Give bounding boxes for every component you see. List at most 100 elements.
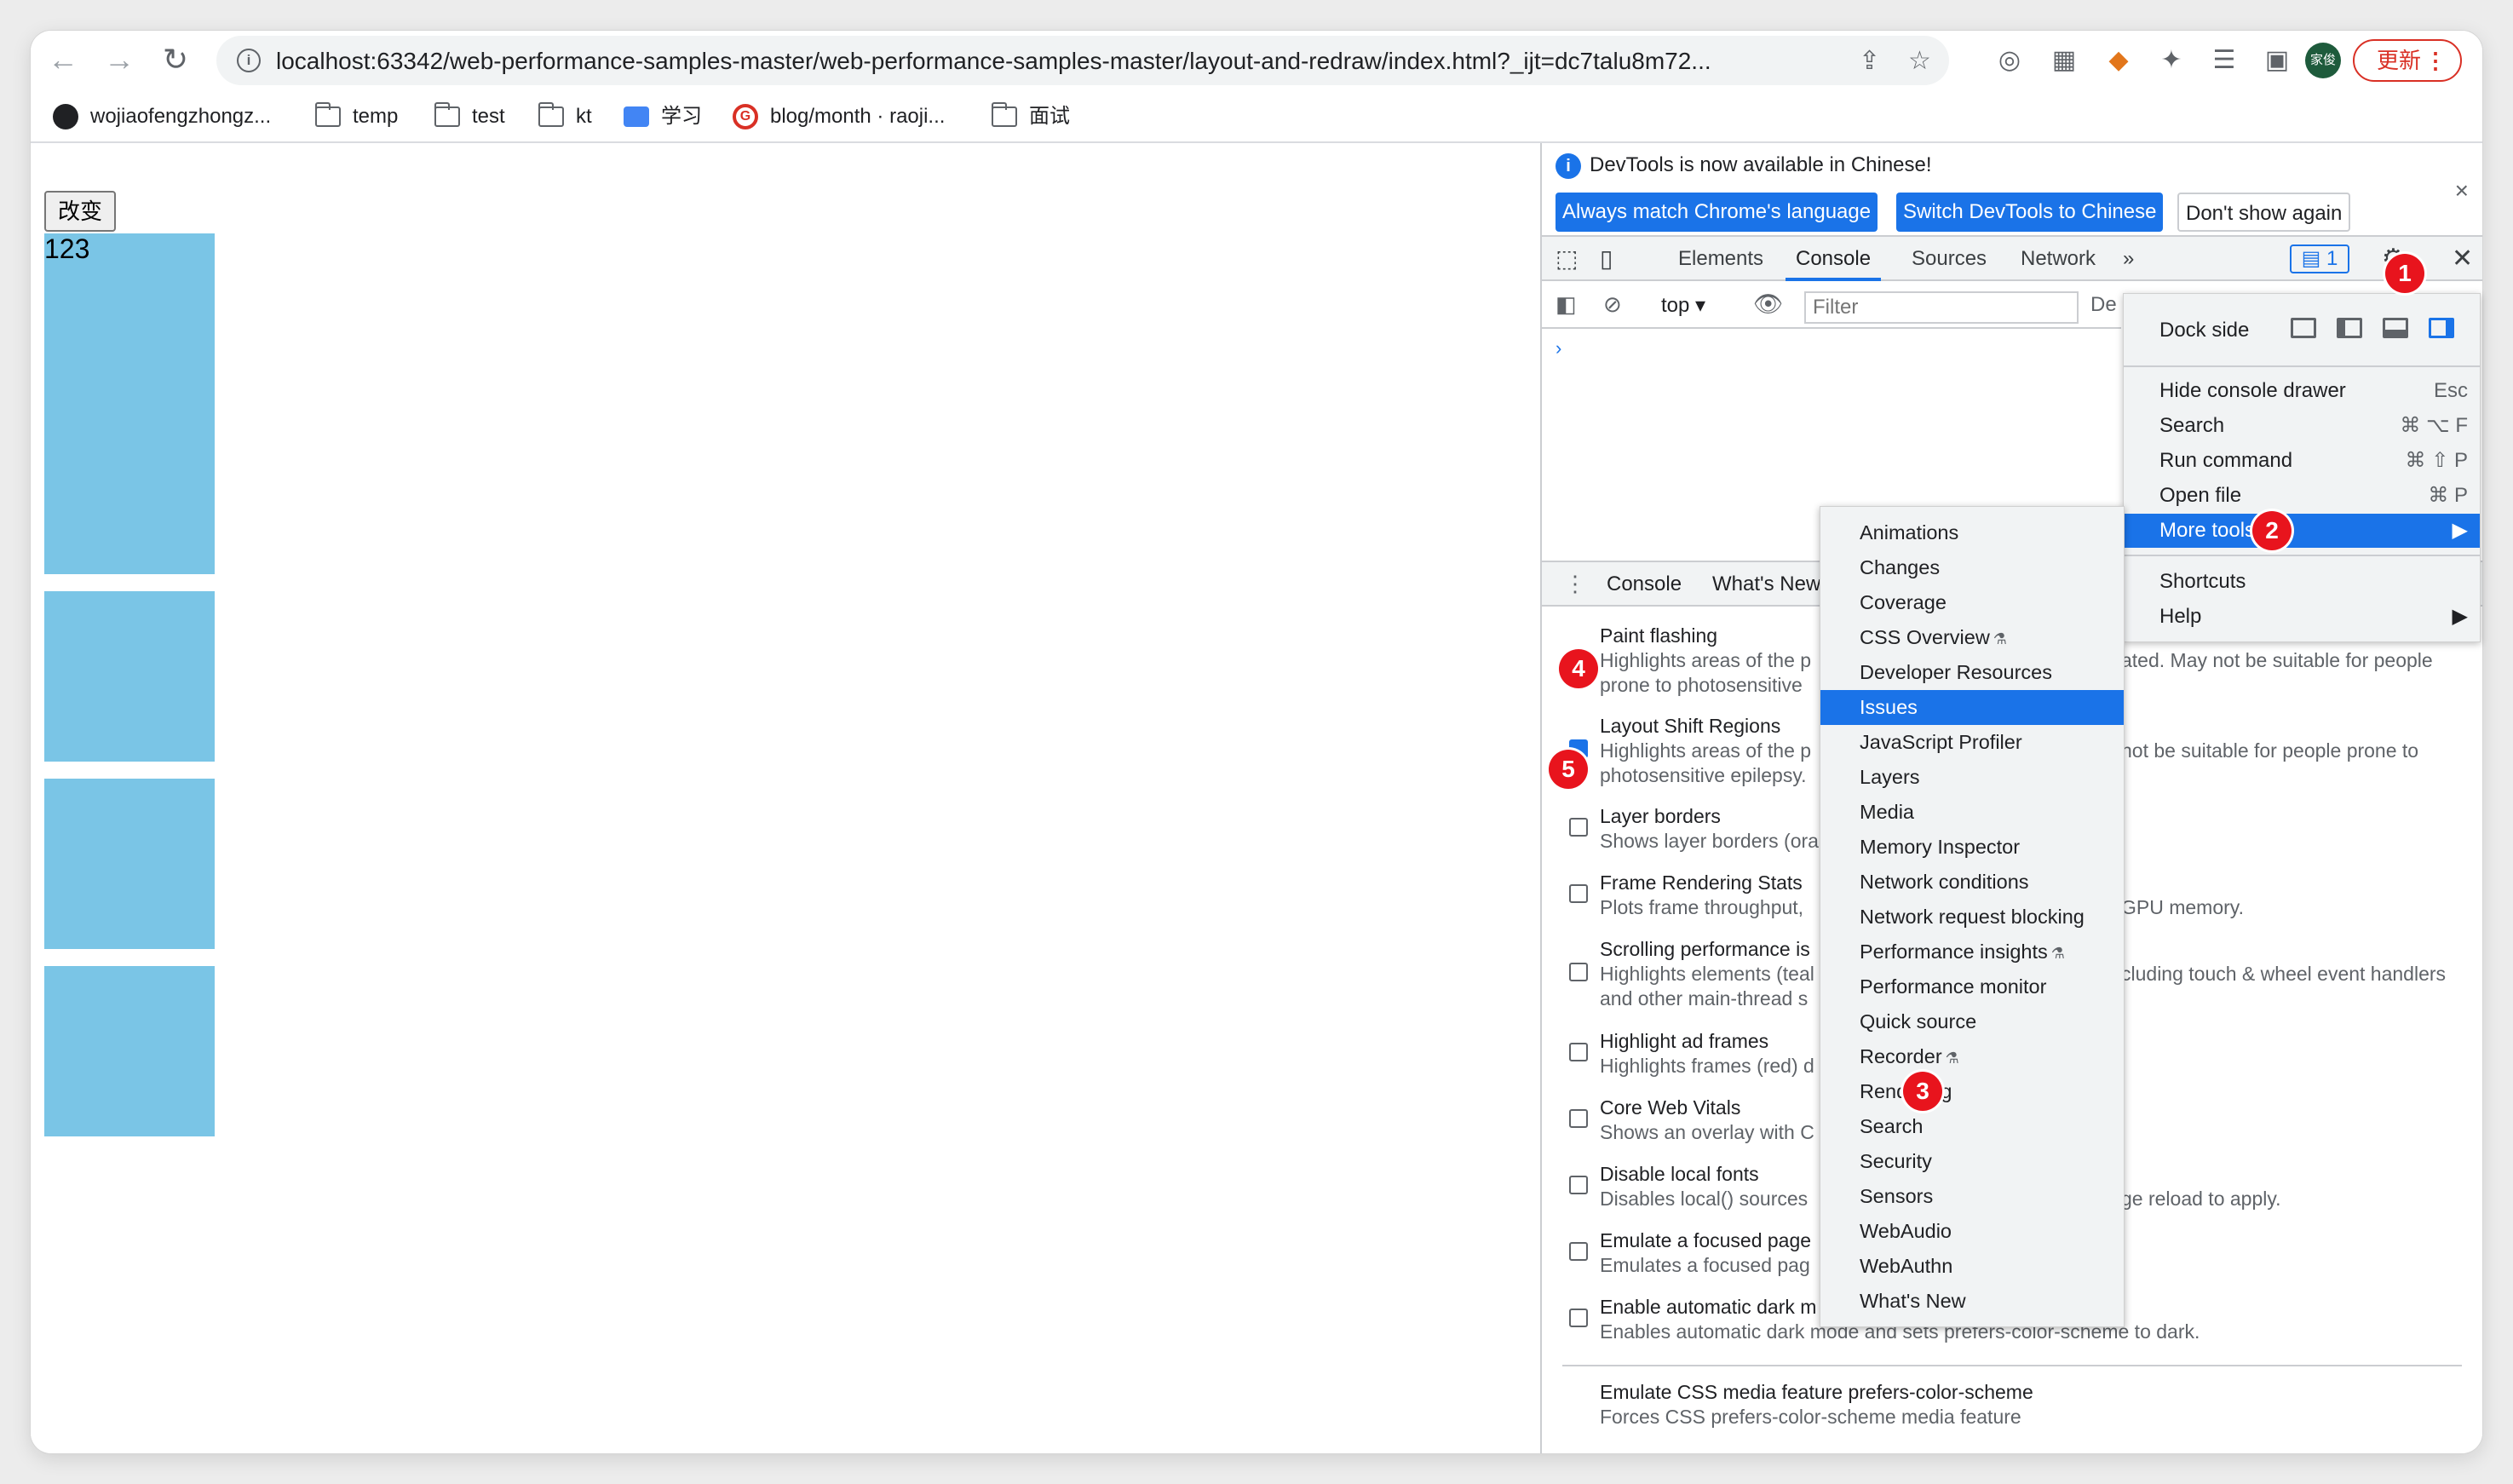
bookmark-star-icon[interactable]: ☆ xyxy=(1908,46,1931,76)
bookmark-item[interactable]: temp xyxy=(315,102,398,131)
menu-label: Memory Inspector xyxy=(1860,836,2021,858)
more-tools-item[interactable]: Network conditions xyxy=(1820,865,2124,900)
undock-icon[interactable] xyxy=(2291,318,2316,338)
bookmark-item[interactable]: Gblog/month · raoji... xyxy=(733,102,945,131)
context-select[interactable]: top ▾ xyxy=(1661,293,1705,318)
bookmark-label: temp xyxy=(353,105,399,128)
more-tools-item[interactable]: Recorder ⚗ xyxy=(1820,1039,2124,1074)
extension-icon[interactable]: ◎ xyxy=(1993,44,2026,77)
dock-left-icon[interactable] xyxy=(2337,318,2362,338)
more-tools-item[interactable]: Media xyxy=(1820,795,2124,830)
bookmark-item[interactable]: test xyxy=(434,102,505,131)
menu-label: Changes xyxy=(1860,556,1941,578)
update-button[interactable]: 更新 ⋮ xyxy=(2353,39,2462,82)
menu-help[interactable]: Help ▶ xyxy=(2124,600,2480,634)
update-label: 更新 xyxy=(2377,48,2422,73)
more-tools-item[interactable]: Performance monitor xyxy=(1820,969,2124,1004)
more-tools-item[interactable]: Network request blocking xyxy=(1820,900,2124,935)
more-tabs-icon[interactable]: » xyxy=(2123,237,2134,281)
more-tools-item[interactable]: Animations xyxy=(1820,515,2124,550)
dock-bottom-icon[interactable] xyxy=(2383,318,2408,338)
forward-icon[interactable]: → xyxy=(99,39,140,80)
menu-shortcuts[interactable]: Shortcuts xyxy=(2124,565,2480,599)
reading-list-icon[interactable]: ☰ xyxy=(2208,44,2240,77)
console-prompt-icon[interactable]: › xyxy=(1556,337,1561,359)
more-tools-item[interactable]: Security xyxy=(1820,1144,2124,1179)
clear-console-icon[interactable]: ⊘ xyxy=(1603,291,1622,318)
tab-elements[interactable]: Elements xyxy=(1678,237,1763,281)
dark-mode-checkbox[interactable] xyxy=(1569,1309,1588,1327)
eye-icon[interactable]: 👁 xyxy=(1753,290,1784,318)
reload-icon[interactable]: ↻ xyxy=(155,39,196,80)
web-vitals-checkbox[interactable] xyxy=(1569,1109,1588,1128)
bookmark-item[interactable]: kt xyxy=(538,102,592,131)
change-button[interactable]: 改变 xyxy=(44,191,116,232)
site-info-icon[interactable]: i xyxy=(237,49,261,72)
metamask-icon[interactable]: ◆ xyxy=(2102,44,2135,77)
close-icon[interactable]: ✕ xyxy=(2452,237,2473,281)
more-tools-item[interactable]: Sensors xyxy=(1820,1179,2124,1214)
levels-select[interactable]: De xyxy=(2090,293,2117,317)
back-icon[interactable]: ← xyxy=(43,39,83,80)
experimental-flask-icon: ⚗ xyxy=(2050,945,2065,962)
folder-icon xyxy=(434,102,460,127)
more-tools-item[interactable]: What's New xyxy=(1820,1284,2124,1319)
filter-input[interactable]: Filter xyxy=(1804,291,2079,324)
side-panel-icon[interactable]: ▣ xyxy=(2261,44,2293,77)
issues-counter[interactable]: ▤ 1 xyxy=(2290,244,2349,273)
dont-show-again-button[interactable]: Don't show again xyxy=(2177,193,2351,232)
scrolling-perf-checkbox[interactable] xyxy=(1569,963,1588,981)
close-icon[interactable]: × xyxy=(2455,177,2469,204)
share-icon[interactable]: ⇪ xyxy=(1859,46,1880,76)
experimental-flask-icon: ⚗ xyxy=(1945,1050,1959,1067)
match-language-button[interactable]: Always match Chrome's language xyxy=(1556,193,1878,232)
more-tools-item[interactable]: WebAudio xyxy=(1820,1214,2124,1249)
more-tools-item[interactable]: Developer Resources xyxy=(1820,655,2124,690)
more-tools-item[interactable]: JavaScript Profiler xyxy=(1820,725,2124,760)
layer-borders-checkbox[interactable] xyxy=(1569,818,1588,837)
more-tools-item[interactable]: Issues xyxy=(1820,690,2124,725)
bookmark-item[interactable]: 学习 xyxy=(624,102,702,131)
more-tools-item[interactable]: CSS Overview ⚗ xyxy=(1820,620,2124,655)
tab-console[interactable]: Console xyxy=(1786,237,1882,281)
menu-open-file[interactable]: Open file ⌘ P xyxy=(2124,479,2480,513)
avatar[interactable]: 家俊 xyxy=(2305,43,2341,78)
menu-hide-console-drawer[interactable]: Hide console drawer Esc xyxy=(2124,374,2480,408)
more-tools-item[interactable]: Quick source xyxy=(1820,1004,2124,1039)
sidebar-toggle-icon[interactable]: ◧ xyxy=(1556,291,1577,318)
more-tools-item[interactable]: WebAuthn xyxy=(1820,1249,2124,1284)
drawer-menu-icon[interactable]: ⋮ xyxy=(1564,571,1586,597)
extension-icon[interactable]: ▦ xyxy=(2048,44,2080,77)
more-tools-item[interactable]: Layers xyxy=(1820,760,2124,795)
more-tools-item[interactable]: Changes xyxy=(1820,550,2124,585)
more-tools-item[interactable]: Search xyxy=(1820,1109,2124,1144)
inspect-icon[interactable]: ⬚ xyxy=(1556,237,1584,281)
drawer-tab-whats-new[interactable]: What's New xyxy=(1712,572,1820,596)
focused-page-checkbox[interactable] xyxy=(1569,1242,1588,1261)
more-tools-item[interactable]: Coverage xyxy=(1820,585,2124,620)
tab-sources[interactable]: Sources xyxy=(1912,237,1987,281)
address-bar[interactable]: i localhost:63342/web-performance-sample… xyxy=(216,36,1949,85)
menu-run-command[interactable]: Run command ⌘ ⇧ P xyxy=(2124,444,2480,478)
option-title: Highlight ad frames xyxy=(1600,1030,1769,1052)
annotation-badge-4: 4 xyxy=(1559,649,1598,688)
menu-more-tools[interactable]: More tools ▶ xyxy=(2124,514,2480,548)
drawer-tab-console[interactable]: Console xyxy=(1607,572,1682,596)
device-toolbar-icon[interactable]: ▯ xyxy=(1600,237,1629,281)
more-tools-item[interactable]: Performance insights ⚗ xyxy=(1820,935,2124,969)
menu-label: Hide console drawer xyxy=(2159,379,2346,402)
more-tools-item[interactable]: Rendering xyxy=(1820,1074,2124,1109)
menu-search[interactable]: Search ⌘ ⌥ F xyxy=(2124,409,2480,443)
option-desc: ated. May not be suitable for people xyxy=(2121,649,2433,671)
switch-chinese-button[interactable]: Switch DevTools to Chinese xyxy=(1896,193,2164,232)
url-text[interactable]: localhost:63342/web-performance-samples-… xyxy=(276,48,1809,75)
dock-right-icon[interactable] xyxy=(2429,318,2454,338)
more-tools-item[interactable]: Memory Inspector xyxy=(1820,830,2124,865)
tab-network[interactable]: Network xyxy=(2021,237,2096,281)
frame-stats-checkbox[interactable] xyxy=(1569,884,1588,903)
bookmark-item[interactable]: wojiaofengzhongz... xyxy=(53,102,271,131)
bookmark-item[interactable]: 面试 xyxy=(992,102,1070,131)
local-fonts-checkbox[interactable] xyxy=(1569,1176,1588,1194)
ad-frames-checkbox[interactable] xyxy=(1569,1043,1588,1061)
extensions-puzzle-icon[interactable]: ✦ xyxy=(2155,44,2188,77)
